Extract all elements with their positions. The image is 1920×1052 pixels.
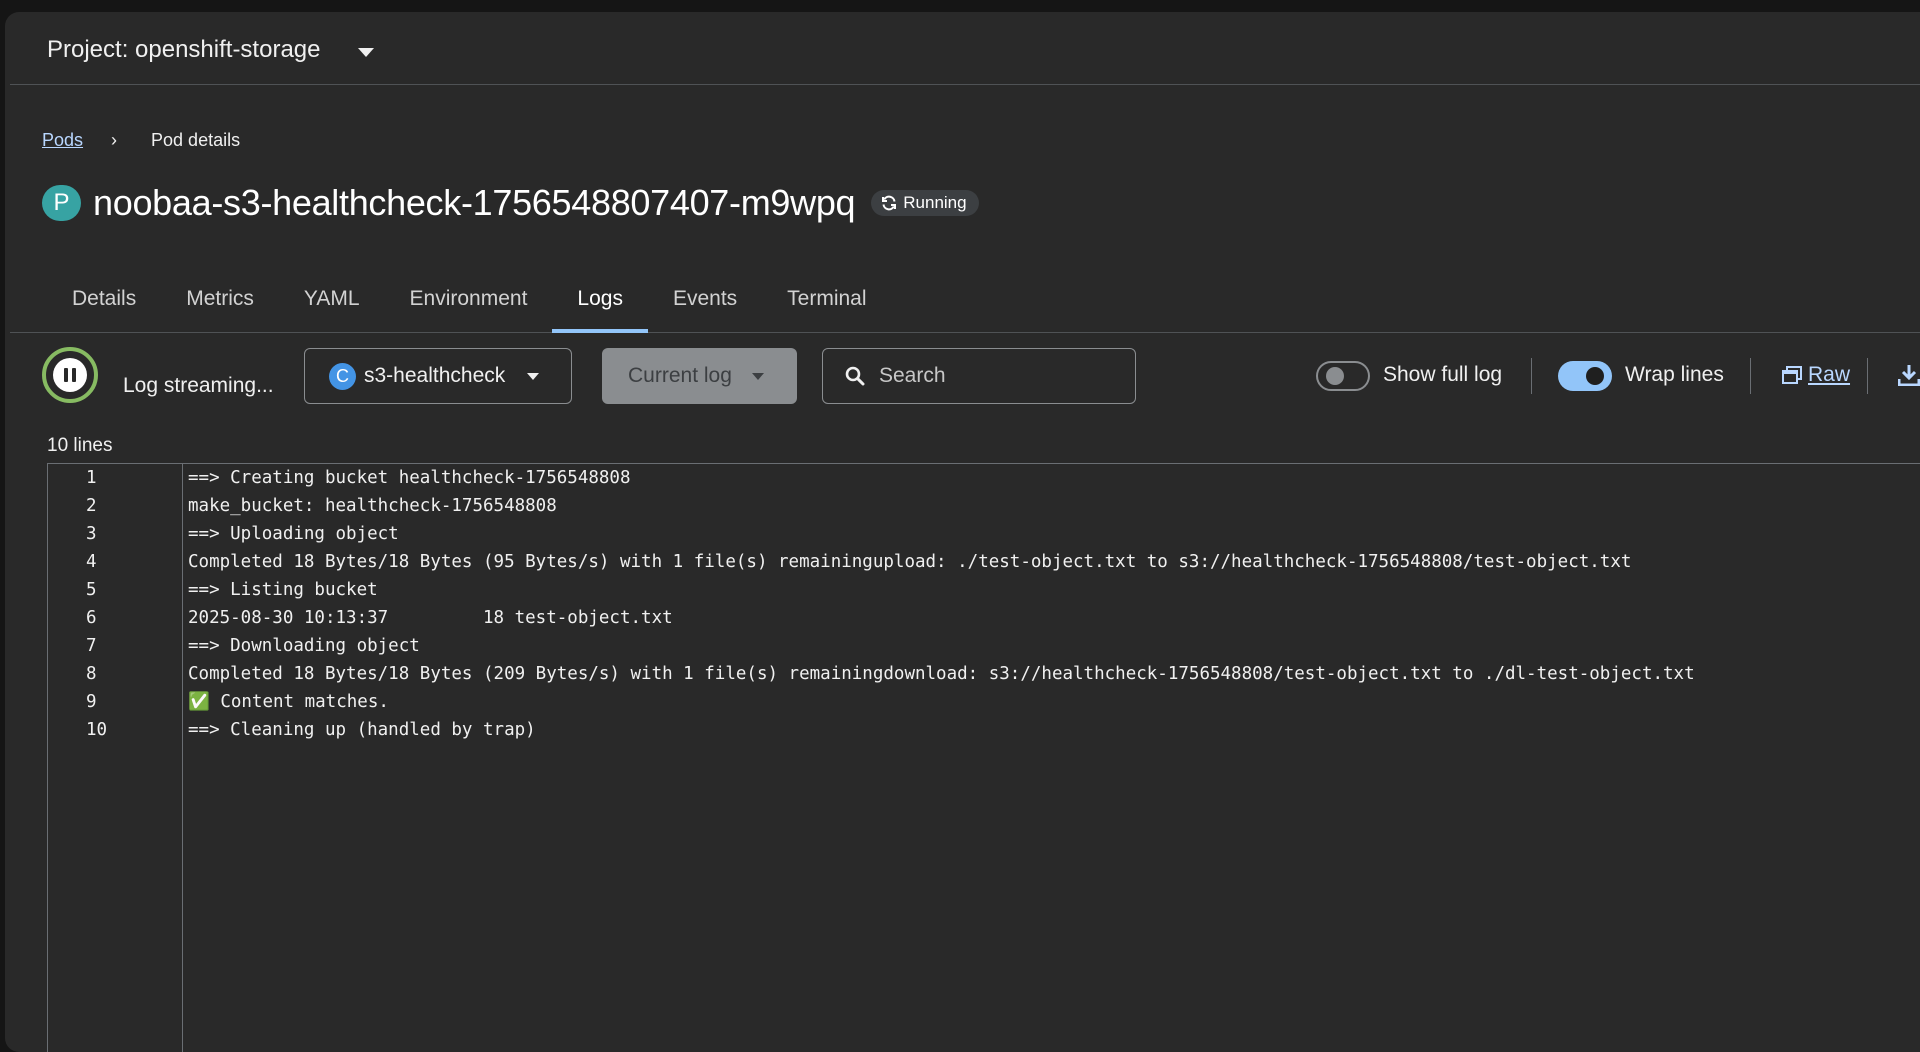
line-text: ==> Creating bucket healthcheck-17565488… bbox=[188, 468, 631, 488]
pause-streaming-button[interactable] bbox=[42, 347, 98, 403]
toolbar-divider bbox=[1531, 358, 1532, 394]
tab-bar: Details Metrics YAML Environment Logs Ev… bbox=[10, 266, 1920, 333]
line-number: 7 bbox=[86, 636, 97, 656]
show-full-log-toggle[interactable] bbox=[1316, 361, 1370, 391]
container-select-value: s3-healthcheck bbox=[364, 364, 506, 387]
search-icon bbox=[845, 366, 865, 386]
sync-icon bbox=[882, 195, 897, 211]
container-badge: C bbox=[329, 362, 356, 390]
wrap-lines-label: Wrap lines bbox=[1625, 363, 1724, 386]
pod-resource-badge: P bbox=[42, 185, 81, 221]
project-selector[interactable]: Project: openshift-storage bbox=[47, 36, 320, 64]
line-number: 4 bbox=[86, 552, 97, 572]
log-lines: 1 ==> Creating bucket healthcheck-1756548… bbox=[48, 464, 1695, 744]
line-number: 9 bbox=[86, 692, 97, 712]
caret-down-icon bbox=[527, 372, 540, 380]
log-line: 3 ==> Uploading object bbox=[48, 520, 1695, 548]
tab-metrics[interactable]: Metrics bbox=[161, 266, 279, 332]
caret-down-icon[interactable] bbox=[358, 48, 374, 57]
log-line: 9 ✅ Content matches. bbox=[48, 688, 1695, 716]
raw-log-link[interactable]: Raw bbox=[1782, 363, 1850, 387]
status-text: Running bbox=[903, 193, 967, 212]
log-line: 8 Completed 18 Bytes/18 Bytes (209 Bytes/… bbox=[48, 660, 1695, 688]
log-line: 4 Completed 18 Bytes/18 Bytes (95 Bytes/s… bbox=[48, 548, 1695, 576]
console-window: Project: openshift-storage Pods › Pod de… bbox=[5, 12, 1920, 1052]
project-bar: Project: openshift-storage bbox=[10, 12, 1920, 85]
line-number: 2 bbox=[86, 496, 97, 516]
container-select[interactable]: C s3-healthcheck bbox=[304, 348, 572, 404]
log-line-count: 10 lines bbox=[47, 435, 113, 456]
toolbar-divider bbox=[1750, 358, 1751, 394]
line-text: ✅ Content matches. bbox=[188, 692, 389, 712]
line-text: Completed 18 Bytes/18 Bytes (209 Bytes/s… bbox=[188, 664, 1695, 684]
wrap-lines-toggle[interactable] bbox=[1558, 361, 1612, 391]
tab-events[interactable]: Events bbox=[648, 266, 762, 332]
tab-environment[interactable]: Environment bbox=[385, 266, 553, 332]
pause-icon bbox=[53, 358, 87, 392]
toolbar-divider bbox=[1867, 358, 1868, 394]
line-number: 3 bbox=[86, 524, 97, 544]
page-title: noobaa-s3-healthcheck-1756548807407-m9wp… bbox=[93, 182, 856, 223]
log-line: 7 ==> Downloading object bbox=[48, 632, 1695, 660]
external-link-icon bbox=[1782, 366, 1802, 384]
log-line: 2 make_bucket: healthcheck-1756548808 bbox=[48, 492, 1695, 520]
line-number: 5 bbox=[86, 580, 97, 600]
line-text: make_bucket: healthcheck-1756548808 bbox=[188, 496, 557, 516]
line-number: 10 bbox=[86, 720, 108, 740]
search-field[interactable] bbox=[822, 348, 1136, 404]
page-title-row: P noobaa-s3-healthcheck-1756548807407-m9… bbox=[42, 182, 979, 224]
line-number: 8 bbox=[86, 664, 97, 684]
log-line: 10 ==> Cleaning up (handled by trap) bbox=[48, 716, 1695, 744]
line-number: 1 bbox=[86, 468, 97, 488]
breadcrumb-current: Pod details bbox=[151, 130, 241, 150]
line-text: Completed 18 Bytes/18 Bytes (95 Bytes/s)… bbox=[188, 552, 1632, 572]
raw-label: Raw bbox=[1808, 363, 1851, 386]
tab-terminal[interactable]: Terminal bbox=[762, 266, 891, 332]
line-text: ==> Uploading object bbox=[188, 524, 399, 544]
status-badge: Running bbox=[871, 190, 979, 216]
line-number: 6 bbox=[86, 608, 97, 628]
search-input[interactable] bbox=[877, 363, 1121, 389]
log-type-value: Current log bbox=[628, 364, 732, 387]
tab-details[interactable]: Details bbox=[10, 266, 161, 332]
line-text: ==> Downloading object bbox=[188, 636, 420, 656]
log-line: 5 ==> Listing bucket bbox=[48, 576, 1695, 604]
log-viewer[interactable]: 1 ==> Creating bucket healthcheck-1756548… bbox=[47, 463, 1920, 1052]
log-line: 6 2025-08-30 10:13:37 18 test-object.txt bbox=[48, 604, 1695, 632]
breadcrumb: Pods › Pod details bbox=[42, 130, 240, 151]
line-text: 2025-08-30 10:13:37 18 test-object.txt bbox=[188, 608, 673, 628]
download-icon[interactable] bbox=[1898, 364, 1920, 386]
tab-logs[interactable]: Logs bbox=[552, 266, 648, 333]
tab-yaml[interactable]: YAML bbox=[279, 266, 385, 332]
streaming-status: Log streaming... bbox=[123, 374, 274, 397]
show-full-log-label: Show full log bbox=[1383, 363, 1503, 386]
log-type-select[interactable]: Current log bbox=[602, 348, 797, 404]
log-line: 1 ==> Creating bucket healthcheck-1756548… bbox=[48, 464, 1695, 492]
line-text: ==> Cleaning up (handled by trap) bbox=[188, 720, 536, 740]
chevron-right-icon: › bbox=[111, 130, 118, 150]
caret-down-icon bbox=[751, 372, 764, 380]
line-text: ==> Listing bucket bbox=[188, 580, 378, 600]
breadcrumb-pods-link[interactable]: Pods bbox=[42, 130, 83, 151]
